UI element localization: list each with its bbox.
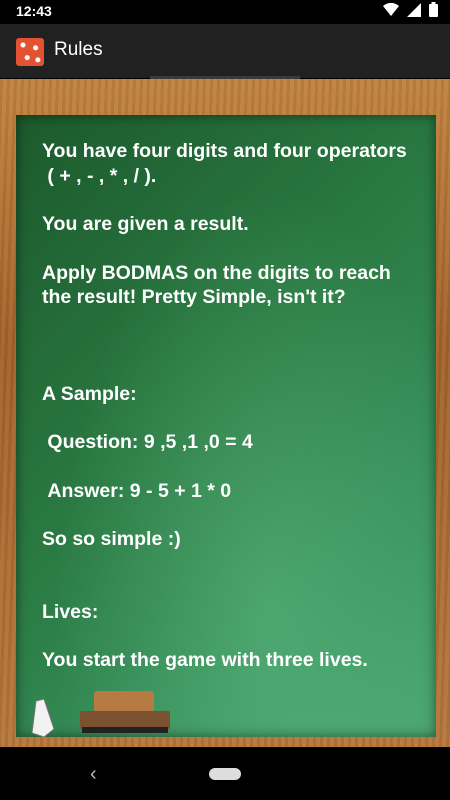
rules-text: You have four digits and four operators … xyxy=(42,139,422,673)
rules-board-container[interactable]: You have four digits and four operators … xyxy=(0,79,450,747)
rules-paragraph: Apply BODMAS on the digits to reach the … xyxy=(42,261,397,309)
rules-paragraph: Question: 9 ,5 ,1 ,0 = 4 xyxy=(42,431,253,453)
back-icon[interactable]: ‹ xyxy=(90,763,97,786)
chalk-icon xyxy=(31,699,55,737)
battery-icon xyxy=(429,2,438,22)
page-title: Rules xyxy=(54,39,103,60)
rules-paragraph: You have four digits and four operators … xyxy=(42,140,407,187)
rules-paragraph: Answer: 9 - 5 + 1 * 0 xyxy=(42,479,232,502)
dice-app-icon xyxy=(16,38,44,66)
navigation-bar: ‹ xyxy=(0,747,450,800)
home-pill-icon[interactable] xyxy=(209,768,241,780)
eraser-icon xyxy=(80,691,170,733)
rules-paragraph: You are given a result. xyxy=(42,213,249,235)
rules-paragraph: Lives: xyxy=(42,600,99,623)
rules-paragraph: So so simple :) xyxy=(42,528,181,550)
status-time: 12:43 xyxy=(16,3,52,19)
status-bar: 12:43 xyxy=(0,0,450,24)
status-icons xyxy=(383,2,438,22)
cell-signal-icon xyxy=(407,2,421,22)
rules-paragraph: You start the game with three lives. xyxy=(42,649,368,671)
rules-paragraph: A Sample: xyxy=(42,382,137,405)
app-bar: Rules xyxy=(0,24,450,78)
wifi-icon xyxy=(383,2,399,22)
